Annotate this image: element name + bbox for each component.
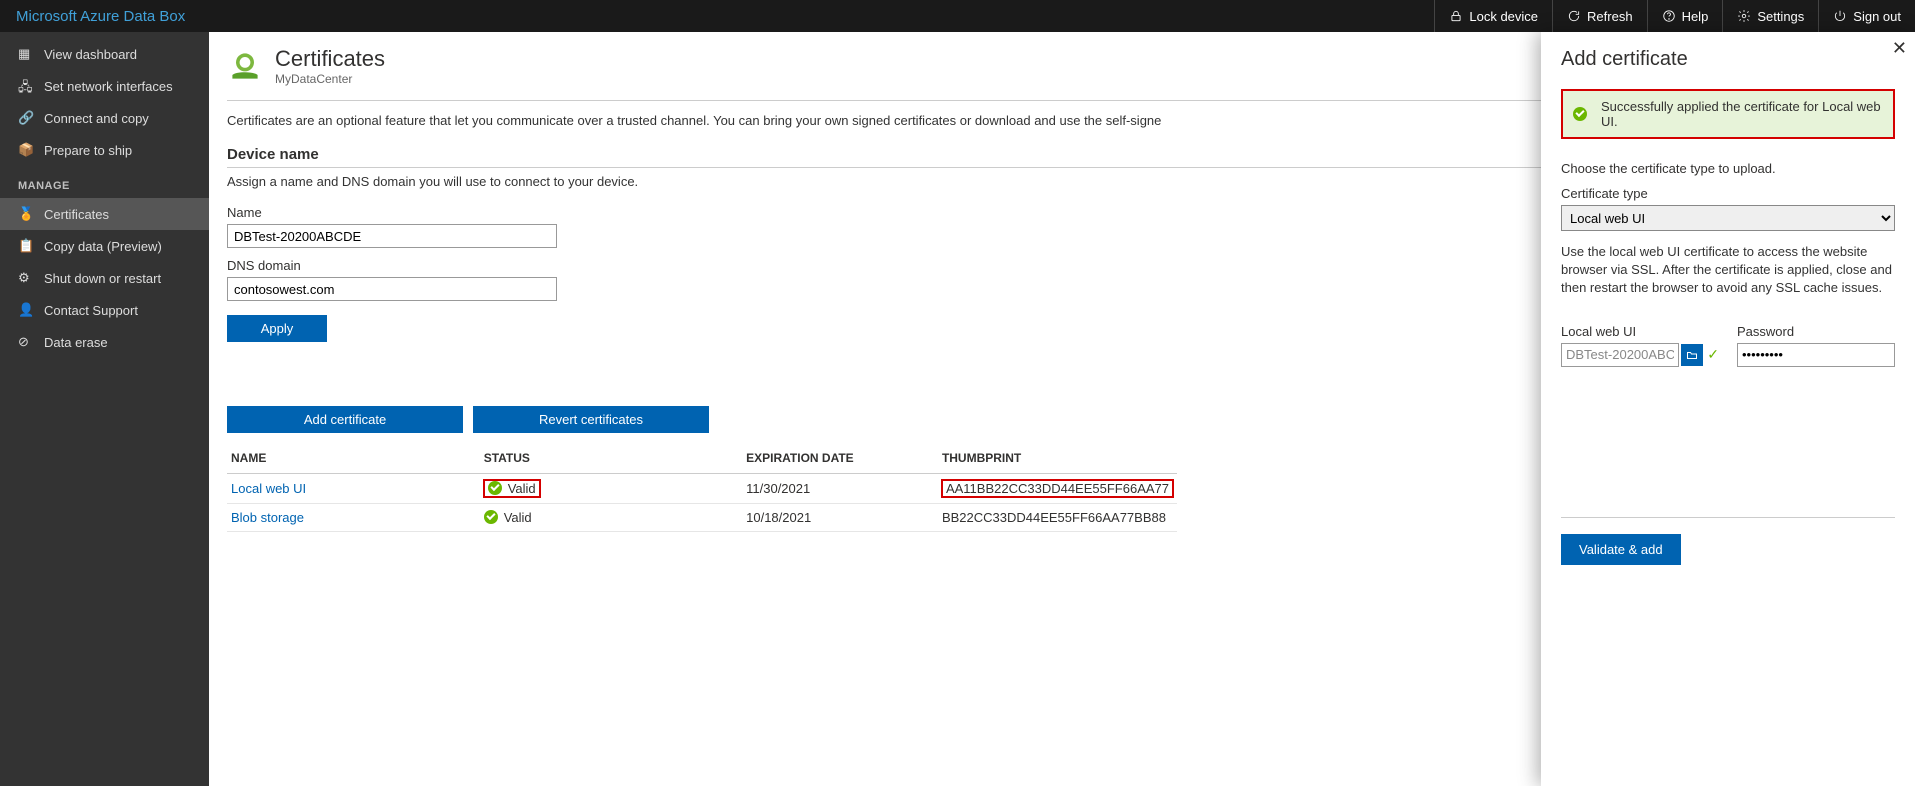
blade-title: Add certificate: [1561, 48, 1895, 71]
valid-icon: [484, 510, 498, 524]
brand-title: Microsoft Azure Data Box: [0, 8, 1063, 25]
cert-name-link[interactable]: Local web UI: [231, 481, 306, 496]
sidebar-label: Shut down or restart: [44, 271, 161, 286]
exp-date: 11/30/2021: [742, 474, 938, 504]
connect-icon: 🔗: [18, 110, 34, 126]
sidebar-item-copydata[interactable]: 📋 Copy data (Preview): [0, 230, 209, 262]
sidebar-label: Set network interfaces: [44, 79, 173, 94]
settings-button[interactable]: Settings: [1722, 0, 1818, 32]
success-icon: [1573, 107, 1587, 121]
choose-text: Choose the certificate type to upload.: [1561, 161, 1895, 176]
password-label: Password: [1737, 324, 1895, 339]
power-icon: [1833, 9, 1847, 23]
col-name: NAME: [227, 443, 480, 474]
sidebar-label: View dashboard: [44, 47, 137, 62]
lock-label: Lock device: [1469, 9, 1538, 24]
thumb-highlight: AA11BB22CC33DD44EE55FF66AA77: [942, 480, 1173, 497]
table-row: Local web UI Valid 11/30/2021 AA11BB22CC…: [227, 474, 1177, 504]
sidebar-item-ship[interactable]: 📦 Prepare to ship: [0, 134, 209, 166]
col-thumb: THUMBPRINT: [938, 443, 1177, 474]
sidebar: ▦View dashboard 🖧Set network interfaces …: [0, 32, 209, 786]
sidebar-label: Prepare to ship: [44, 143, 132, 158]
cert-file-input[interactable]: [1561, 343, 1679, 367]
status-highlight: Valid: [484, 480, 540, 497]
cert-type-label: Certificate type: [1561, 186, 1895, 201]
support-icon: 👤: [18, 302, 34, 318]
success-text: Successfully applied the certificate for…: [1601, 99, 1883, 129]
status-text: Valid: [504, 510, 532, 525]
refresh-label: Refresh: [1587, 9, 1633, 24]
cert-icon: 🏅: [18, 206, 34, 222]
cert-name-link[interactable]: Blob storage: [231, 510, 304, 525]
sidebar-item-certificates[interactable]: 🏅 Certificates: [0, 198, 209, 230]
cert-type-description: Use the local web UI certificate to acce…: [1561, 243, 1895, 298]
help-icon: [1662, 9, 1676, 23]
sidebar-item-support[interactable]: 👤 Contact Support: [0, 294, 209, 326]
col-exp: EXPIRATION DATE: [742, 443, 938, 474]
help-button[interactable]: Help: [1647, 0, 1723, 32]
erase-icon: ⊘: [18, 334, 34, 350]
sidebar-section-manage: MANAGE: [0, 166, 209, 198]
success-banner: Successfully applied the certificate for…: [1561, 89, 1895, 139]
ship-icon: 📦: [18, 142, 34, 158]
sidebar-label: Contact Support: [44, 303, 138, 318]
power-icon: ⚙: [18, 270, 34, 286]
cert-type-select[interactable]: Local web UI: [1561, 205, 1895, 231]
dns-input[interactable]: [227, 277, 557, 301]
settings-label: Settings: [1757, 9, 1804, 24]
signout-button[interactable]: Sign out: [1818, 0, 1915, 32]
add-certificate-button[interactable]: Add certificate: [227, 406, 463, 433]
revert-certificates-button[interactable]: Revert certificates: [473, 406, 709, 433]
sidebar-item-shutdown[interactable]: ⚙ Shut down or restart: [0, 262, 209, 294]
table-row: Blob storage Valid 10/18/2021 BB22CC33DD…: [227, 504, 1177, 532]
signout-label: Sign out: [1853, 9, 1901, 24]
close-icon[interactable]: ✕: [1892, 38, 1907, 59]
check-icon: ✓: [1707, 346, 1719, 363]
status-text: Valid: [508, 481, 536, 496]
topbar-actions: Lock device Refresh Help Settings Sign o…: [1434, 0, 1915, 32]
sidebar-item-connect[interactable]: 🔗 Connect and copy: [0, 102, 209, 134]
page-title: Certificates: [275, 46, 385, 72]
col-status: STATUS: [480, 443, 742, 474]
password-input[interactable]: [1737, 343, 1895, 367]
refresh-button[interactable]: Refresh: [1552, 0, 1647, 32]
thumbprint: BB22CC33DD44EE55FF66AA77BB88: [938, 504, 1177, 532]
page-subtitle: MyDataCenter: [275, 72, 385, 86]
add-certificate-blade: ✕ Add certificate Successfully applied t…: [1541, 32, 1915, 786]
lock-icon: [1449, 9, 1463, 23]
folder-icon: [1686, 349, 1698, 361]
certificates-table: NAME STATUS EXPIRATION DATE THUMBPRINT L…: [227, 443, 1177, 532]
sidebar-label: Data erase: [44, 335, 108, 350]
help-label: Help: [1682, 9, 1709, 24]
dashboard-icon: ▦: [18, 46, 34, 62]
copy-icon: 📋: [18, 238, 34, 254]
name-input[interactable]: [227, 224, 557, 248]
certificates-logo-icon: [227, 48, 263, 84]
sidebar-label: Connect and copy: [44, 111, 149, 126]
apply-button[interactable]: Apply: [227, 315, 327, 342]
top-bar: Microsoft Azure Data Box Lock device Ref…: [0, 0, 1915, 32]
validate-add-button[interactable]: Validate & add: [1561, 534, 1681, 565]
file-label: Local web UI: [1561, 324, 1719, 339]
sidebar-label: Copy data (Preview): [44, 239, 162, 254]
sidebar-label: Certificates: [44, 207, 109, 222]
sidebar-item-erase[interactable]: ⊘ Data erase: [0, 326, 209, 358]
refresh-icon: [1567, 9, 1581, 23]
sidebar-item-network[interactable]: 🖧 Set network interfaces: [0, 70, 209, 102]
sidebar-item-dashboard[interactable]: ▦ View dashboard: [0, 38, 209, 70]
lock-device-button[interactable]: Lock device: [1434, 0, 1552, 32]
exp-date: 10/18/2021: [742, 504, 938, 532]
network-icon: 🖧: [18, 78, 34, 94]
browse-file-button[interactable]: [1681, 344, 1703, 366]
valid-icon: [488, 481, 502, 495]
divider: [1561, 517, 1895, 518]
gear-icon: [1737, 9, 1751, 23]
